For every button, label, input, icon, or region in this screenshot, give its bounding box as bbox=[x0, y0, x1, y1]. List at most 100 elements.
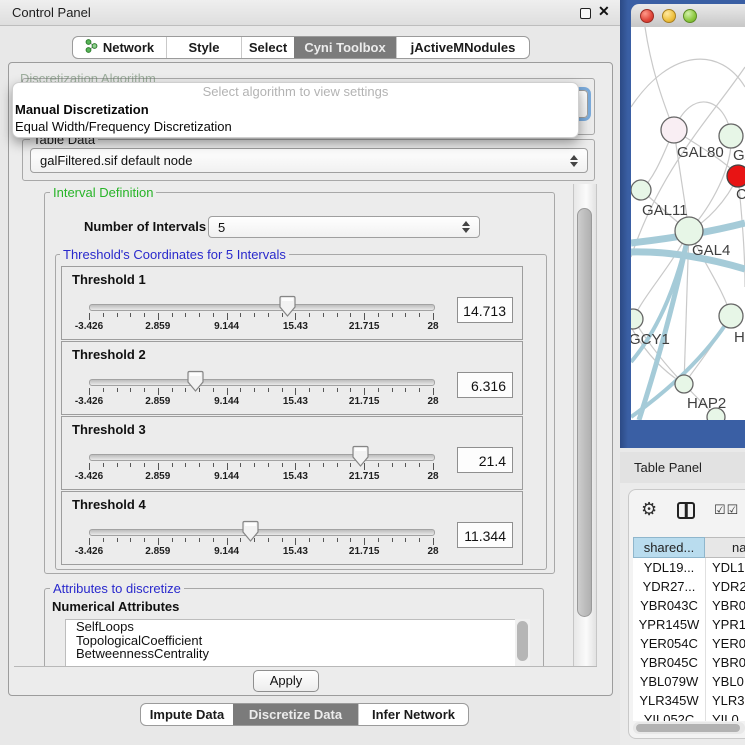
tab-infer-network[interactable]: Infer Network bbox=[358, 704, 468, 725]
table-data-combo[interactable]: galFiltered.sif default node bbox=[30, 148, 588, 173]
table-row[interactable]: YBL079WYBL0 bbox=[633, 672, 745, 691]
attributes-list-scrollbar[interactable] bbox=[515, 619, 530, 666]
cell-shared-name: YDL19... bbox=[633, 558, 706, 577]
network-node-c[interactable] bbox=[727, 165, 745, 187]
attributes-group-label: Attributes to discretize bbox=[50, 581, 184, 596]
tick-mark bbox=[419, 538, 420, 542]
tab-jactivemnodules[interactable]: jActiveMNodules bbox=[396, 37, 529, 58]
network-node-gal80[interactable] bbox=[661, 117, 687, 143]
tick-mark bbox=[268, 313, 269, 317]
algorithm-option-equal-width[interactable]: Equal Width/Frequency Discretization bbox=[13, 118, 578, 135]
threshold-panel-1: Threshold 1-3.4262.8599.14415.4321.71528… bbox=[61, 266, 523, 340]
tab-label: Impute Data bbox=[150, 707, 224, 722]
threshold-value-field[interactable]: 11.344 bbox=[457, 522, 513, 548]
threshold-slider-track[interactable] bbox=[89, 529, 435, 536]
tick-mark bbox=[419, 388, 420, 392]
numerical-attributes-list[interactable]: SelfLoopsTopologicalCoefficientBetweenne… bbox=[65, 619, 517, 666]
slider-tick-label: 9.144 bbox=[202, 546, 252, 557]
tick-mark bbox=[268, 463, 269, 467]
network-node-hap2[interactable] bbox=[675, 375, 693, 393]
tab-network[interactable]: Network bbox=[73, 37, 166, 58]
tick-mark bbox=[144, 313, 145, 317]
column-header-name[interactable]: na bbox=[705, 537, 745, 558]
threshold-label: Threshold 1 bbox=[72, 272, 146, 287]
tick-mark bbox=[350, 313, 351, 317]
network-window-titlebar[interactable] bbox=[631, 4, 745, 28]
tick-mark bbox=[130, 388, 131, 392]
vertical-scrollbar-thumb[interactable] bbox=[577, 208, 592, 617]
attribute-list-item[interactable]: SelfLoops bbox=[66, 620, 516, 634]
float-window-icon[interactable] bbox=[580, 8, 591, 19]
threshold-value-field[interactable]: 21.4 bbox=[457, 447, 513, 473]
minimize-light-icon[interactable] bbox=[662, 9, 676, 23]
slider-ticks bbox=[89, 538, 433, 546]
tab-style[interactable]: Style bbox=[166, 37, 241, 58]
checkboxes-icon[interactable]: ☑☑ bbox=[714, 502, 739, 518]
top-tab-strip: Network StyleSelectCyni ToolboxjActiveMNo… bbox=[72, 36, 530, 59]
tick-mark bbox=[337, 538, 338, 542]
tick-mark bbox=[144, 538, 145, 542]
threshold-slider-thumb[interactable] bbox=[242, 520, 259, 542]
table-row[interactable]: YDR27...YDR2 bbox=[633, 577, 745, 596]
threshold-panel-4: Threshold 4-3.4262.8599.14415.4321.71528… bbox=[61, 491, 523, 565]
slider-tick-label: 21.715 bbox=[339, 546, 389, 557]
tick-mark bbox=[364, 388, 365, 395]
close-light-icon[interactable] bbox=[640, 9, 654, 23]
slider-tick-label: 21.715 bbox=[339, 471, 389, 482]
tab-select[interactable]: Select bbox=[241, 37, 294, 58]
attribute-list-item[interactable]: TopologicalCoefficient bbox=[66, 634, 516, 648]
column-header-shared-name[interactable]: shared... bbox=[633, 537, 705, 558]
gear-icon[interactable]: ⚙ bbox=[641, 499, 657, 520]
cell-shared-name: YPR145W bbox=[633, 615, 706, 634]
split-view-icon[interactable] bbox=[677, 502, 695, 519]
tab-discretize-data[interactable]: Discretize Data bbox=[233, 704, 358, 725]
tab-impute-data[interactable]: Impute Data bbox=[141, 704, 233, 725]
slider-tick-label: 28 bbox=[408, 471, 458, 482]
table-row[interactable]: YIL052CYIL0 bbox=[633, 710, 745, 721]
network-node-gcy1[interactable] bbox=[631, 309, 643, 329]
table-row[interactable]: YPR145WYPR1 bbox=[633, 615, 745, 634]
threshold-value-field[interactable]: 14.713 bbox=[457, 297, 513, 323]
close-icon[interactable]: ✕ bbox=[598, 3, 610, 20]
attribute-list-item[interactable]: BetweennessCentrality bbox=[66, 647, 516, 661]
slider-tick-label: 15.43 bbox=[270, 546, 320, 557]
tick-mark bbox=[254, 388, 255, 392]
threshold-slider-track[interactable] bbox=[89, 304, 435, 311]
network-node-gal4[interactable] bbox=[675, 217, 703, 245]
network-node-h[interactable] bbox=[719, 304, 743, 328]
threshold-value-field[interactable]: 6.316 bbox=[457, 372, 513, 398]
slider-ticks bbox=[89, 313, 433, 321]
threshold-slider-thumb[interactable] bbox=[187, 370, 204, 392]
network-node[interactable] bbox=[707, 408, 725, 420]
threshold-slider-track[interactable] bbox=[89, 454, 435, 461]
tab-label: Network bbox=[103, 40, 154, 55]
threshold-slider-thumb[interactable] bbox=[352, 445, 369, 467]
cell-shared-name: YDR27... bbox=[633, 577, 706, 596]
node-table[interactable]: shared... na YDL19...YDL1YDR27...YDR2YBR… bbox=[633, 537, 745, 721]
table-row[interactable]: YER054CYER0 bbox=[633, 634, 745, 653]
tick-mark bbox=[268, 538, 269, 542]
cell-name: YIL0 bbox=[712, 710, 739, 721]
network-node-gal11[interactable] bbox=[631, 180, 651, 200]
network-node-ga[interactable] bbox=[719, 124, 743, 148]
tab-cyni-toolbox[interactable]: Cyni Toolbox bbox=[294, 37, 396, 58]
attributes-scrollbar-thumb[interactable] bbox=[517, 621, 528, 661]
table-row[interactable]: YBR045CYBR0 bbox=[633, 653, 745, 672]
threshold-slider-thumb[interactable] bbox=[279, 295, 296, 317]
threshold-slider-track[interactable] bbox=[89, 379, 435, 386]
number-of-intervals-combo[interactable]: 5 bbox=[208, 216, 480, 238]
tick-mark bbox=[227, 538, 228, 545]
tick-mark bbox=[282, 463, 283, 467]
network-canvas[interactable]: GAL80GACGAL11GAL4GCY1HHAP2 bbox=[631, 27, 745, 420]
algorithm-option-manual[interactable]: Manual Discretization bbox=[13, 101, 578, 118]
table-row[interactable]: YDL19...YDL1 bbox=[633, 558, 745, 577]
apply-button[interactable]: Apply bbox=[253, 670, 319, 692]
network-node-label: GAL11 bbox=[642, 202, 688, 219]
slider-tick-label: 28 bbox=[408, 546, 458, 557]
table-row[interactable]: YLR345WYLR3 bbox=[633, 691, 745, 710]
threshold-panel-3: Threshold 3-3.4262.8599.14415.4321.71528… bbox=[61, 416, 523, 490]
zoom-light-icon[interactable] bbox=[683, 9, 697, 23]
table-row[interactable]: YBR043CYBR0 bbox=[633, 596, 745, 615]
tick-mark bbox=[378, 388, 379, 392]
table-horizontal-scrollbar-thumb[interactable] bbox=[636, 724, 740, 732]
